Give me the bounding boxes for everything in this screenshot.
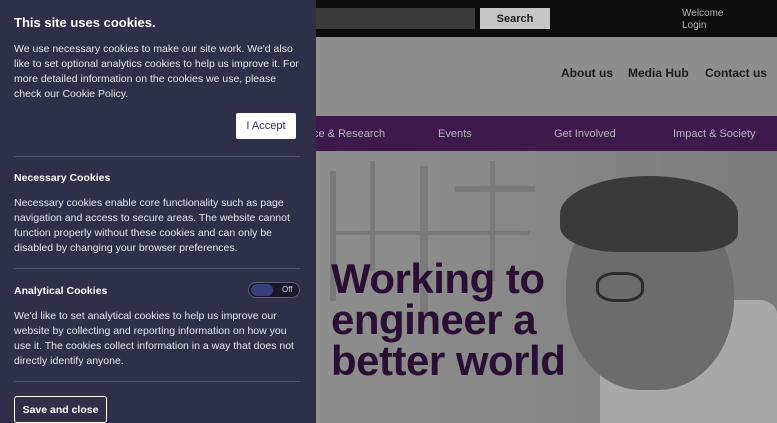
necessary-cookies-text: Necessary cookies enable core functional… [14, 197, 290, 254]
toggle-state-label: Off [282, 285, 293, 294]
cookie-intro-text: We use necessary cookies to make our sit… [14, 43, 299, 100]
nav-about-us[interactable]: About us [561, 66, 613, 80]
glasses-image [596, 272, 644, 302]
nav-events[interactable]: Events [438, 128, 472, 140]
cookie-panel-title: This site uses cookies. [14, 15, 156, 30]
hero-title-line: better world [331, 337, 566, 384]
nav-media-hub[interactable]: Media Hub [628, 66, 689, 80]
account-area: Welcome Login [682, 8, 724, 32]
hero-title: Working to engineer a better world [331, 255, 566, 384]
analytical-cookies-heading: Analytical Cookies [14, 285, 108, 297]
nav-contact-us[interactable]: Contact us [705, 66, 767, 80]
nav-impact-society[interactable]: Impact & Society [673, 128, 756, 140]
analytical-cookies-text: We'd like to set analytical cookies to h… [14, 310, 294, 367]
accept-button[interactable]: I Accept [236, 113, 296, 139]
nav-science-research[interactable]: ce & Research [313, 128, 385, 140]
cookie-consent-panel: This site uses cookies. We use necessary… [0, 0, 316, 423]
search-button[interactable]: Search [480, 8, 550, 29]
search-input[interactable] [316, 8, 475, 29]
divider [14, 156, 300, 157]
divider [14, 268, 300, 269]
hero-title-line: engineer a [331, 296, 537, 343]
nav-get-involved[interactable]: Get Involved [554, 128, 616, 140]
necessary-cookies-heading: Necessary Cookies [14, 172, 111, 184]
person-hair-image [560, 176, 738, 252]
divider [14, 381, 300, 382]
toggle-knob [251, 284, 273, 296]
analytical-cookies-toggle[interactable]: Off [248, 282, 300, 298]
login-link[interactable]: Login [682, 20, 724, 32]
welcome-text: Welcome [682, 8, 724, 19]
hero-title-line: Working to [331, 255, 545, 302]
save-and-close-button[interactable]: Save and close [14, 396, 107, 423]
